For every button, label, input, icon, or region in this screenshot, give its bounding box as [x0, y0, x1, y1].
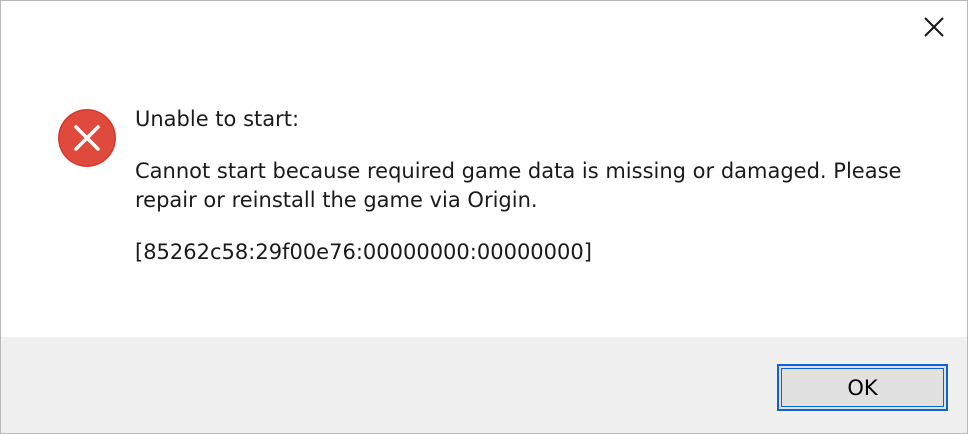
- message-block: Unable to start: Cannot start because re…: [135, 105, 925, 267]
- error-dialog: Unable to start: Cannot start because re…: [0, 0, 968, 434]
- error-x-circle-icon: [58, 109, 116, 167]
- error-message: Cannot start because required game data …: [135, 159, 902, 212]
- dialog-footer: OK: [1, 337, 967, 433]
- dialog-heading: Unable to start:: [135, 107, 300, 131]
- error-code: [85262c58:29f00e76:00000000:00000000]: [135, 240, 592, 264]
- dialog-content: Unable to start: Cannot start because re…: [1, 1, 967, 337]
- ok-button-label: OK: [847, 375, 878, 400]
- ok-button[interactable]: OK: [777, 364, 948, 411]
